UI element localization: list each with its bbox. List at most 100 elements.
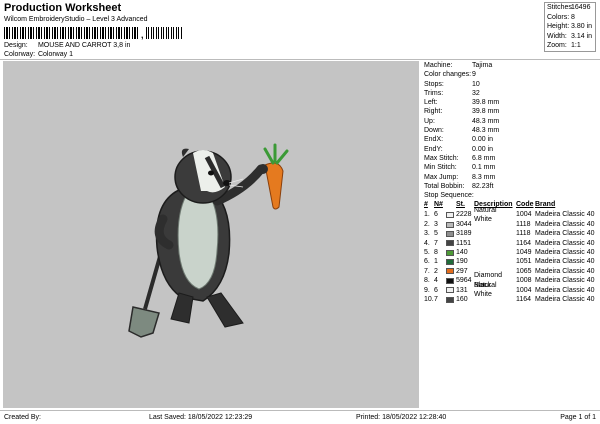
carrot-shape — [258, 143, 289, 210]
stop-row: 5. 8 140 1049 Madeira Classic 40 — [424, 248, 598, 257]
info-row: Trims: 32 — [424, 89, 598, 98]
info-row: Machine: Tajima — [424, 61, 598, 70]
created-by: Created By: — [4, 414, 41, 421]
app-subtitle: Wilcom EmbroideryStudio – Level 3 Advanc… — [4, 16, 148, 23]
info-row: Down: 48.3 mm — [424, 126, 598, 135]
colorway-row: Colorway: Colorway 1 — [4, 51, 73, 58]
stat-row: Stitches: 16496 — [545, 3, 595, 13]
info-label: Max Jump: — [424, 173, 459, 181]
stop-index: 6. — [424, 258, 430, 266]
thread-code: 1065 — [516, 267, 532, 275]
info-value: 0.00 in — [472, 145, 494, 153]
info-value: 39.8 mm — [472, 108, 500, 116]
color-swatch — [446, 296, 454, 303]
stop-index: 8. — [424, 277, 430, 285]
thread-brand: Madeira Classic 40 — [535, 286, 595, 294]
stop-index: 1. — [424, 211, 430, 219]
barcode-secondary — [146, 27, 182, 39]
stop-index: 2. — [424, 220, 430, 228]
last-saved: Last Saved: 18/05/2022 12:23:29 — [149, 414, 253, 421]
info-label: Left: — [424, 99, 438, 107]
stitch-count: 2228 — [456, 211, 472, 219]
badger-design-image — [128, 143, 289, 338]
info-value: 82.23ft — [472, 182, 494, 190]
stitch-count: 1151 — [456, 239, 472, 247]
col-brand: Brand — [535, 201, 556, 209]
col-needle: N# — [434, 201, 443, 209]
info-label: Right: — [424, 108, 443, 116]
thread-brand: Madeira Classic 40 — [535, 258, 595, 266]
thread-brand: Madeira Classic 40 — [535, 220, 595, 228]
stat-row: Colors: 8 — [545, 13, 595, 23]
stitch-count: 5964 — [456, 277, 472, 285]
color-swatch — [446, 268, 454, 275]
header-divider — [0, 59, 600, 60]
stitch-count: 190 — [456, 258, 468, 266]
needle-number: 5 — [434, 230, 438, 238]
needle-number: 3 — [434, 220, 438, 228]
info-label: Up: — [424, 117, 435, 125]
info-value: 0.1 mm — [472, 164, 496, 172]
needle-number: 8 — [434, 249, 438, 257]
printed-date: Printed: 18/05/2022 12:28:40 — [356, 414, 447, 421]
thread-description: Natural White — [474, 206, 497, 224]
stop-row: 4. 7 1151 1164 Madeira Classic 40 — [424, 239, 598, 248]
design-value: MOUSE AND CARROT 3,8 in — [37, 42, 131, 49]
page-title: Production Worksheet — [4, 2, 122, 14]
design-label: Design: — [4, 42, 28, 49]
barcode — [4, 27, 140, 39]
needle-number: 7 — [434, 239, 438, 247]
info-value: 39.8 mm — [472, 99, 500, 107]
info-label: Min Stitch: — [424, 164, 457, 172]
colorway-value: Colorway 1 — [37, 51, 73, 58]
stat-row: Zoom: 1:1 — [545, 41, 595, 51]
info-value: 10 — [472, 80, 480, 88]
needle-number: 1 — [434, 258, 438, 266]
thread-brand: Madeira Classic 40 — [535, 267, 595, 275]
info-row: Left: 39.8 mm — [424, 98, 598, 107]
color-swatch — [446, 259, 454, 266]
thread-brand: Madeira Classic 40 — [535, 277, 595, 285]
info-row: Min Stitch: 0.1 mm — [424, 163, 598, 172]
stat-value: 1:1 — [571, 42, 581, 50]
stitch-count: 297 — [456, 267, 468, 275]
color-swatch — [446, 221, 454, 228]
design-row: Design: MOUSE AND CARROT 3,8 in — [4, 42, 130, 49]
info-label: EndY: — [424, 145, 443, 153]
thread-code: 1164 — [516, 239, 532, 247]
thread-brand: Madeira Classic 40 — [535, 230, 595, 238]
info-label: Max Stitch: — [424, 154, 459, 162]
stop-row: 3. 5 3189 1118 Madeira Classic 40 — [424, 229, 598, 238]
thread-description: Natural White — [474, 281, 497, 299]
info-value: 48.3 mm — [472, 117, 500, 125]
stop-sequence-title: Stop Sequence: — [424, 191, 598, 200]
thread-brand: Madeira Classic 40 — [535, 295, 595, 303]
info-value: 6.8 mm — [472, 154, 496, 162]
thread-code: 1164 — [516, 295, 532, 303]
needle-number: 6 — [434, 211, 438, 219]
info-label: Trims: — [424, 89, 444, 97]
stat-label: Colors: — [547, 13, 570, 21]
stat-value: 8 — [571, 13, 575, 21]
info-row: EndX: 0.00 in — [424, 135, 598, 144]
color-swatch — [446, 287, 454, 294]
stats-box: Stitches: 16496 Colors: 8 Height: 3.80 in W… — [544, 2, 596, 52]
info-label: Machine: — [424, 62, 453, 69]
info-row: Stops: 10 — [424, 80, 598, 89]
info-label: Color changes: — [424, 71, 472, 79]
needle-number: 4 — [434, 277, 438, 285]
stat-row: Height: 3.80 in — [545, 22, 595, 32]
color-swatch — [446, 230, 454, 237]
col-code: Code — [516, 201, 534, 209]
color-swatch — [446, 212, 454, 219]
stat-value: 16496 — [571, 4, 591, 11]
stop-sequence-rows: 1. 6 2228 Natural White 1004 Madeira Classic … — [424, 207, 598, 304]
info-value: 8.3 mm — [472, 173, 496, 181]
thread-code: 1049 — [516, 249, 532, 257]
thread-code: 1004 — [516, 211, 532, 219]
info-row: Max Jump: 8.3 mm — [424, 173, 598, 182]
design-preview-canvas[interactable] — [3, 61, 419, 408]
info-value: Tajima — [472, 62, 493, 69]
info-row: Up: 48.3 mm — [424, 117, 598, 126]
thread-brand: Madeira Classic 40 — [535, 239, 595, 247]
